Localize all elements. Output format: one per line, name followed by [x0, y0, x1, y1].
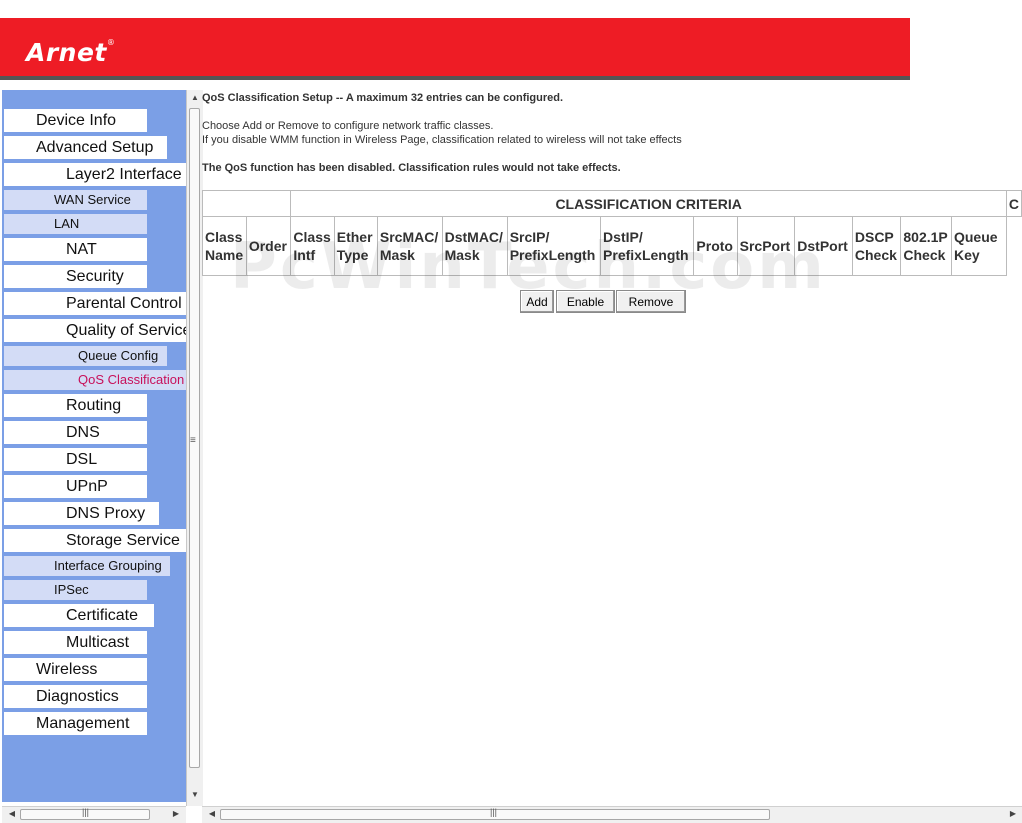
scroll-left-arrow-icon[interactable]: ◀ — [4, 809, 20, 818]
table-header-blank — [202, 190, 292, 217]
sidebar-item-nat[interactable]: NAT — [4, 238, 147, 261]
grip-icon: ||| — [82, 807, 90, 817]
sidebar-item-upnp[interactable]: UPnP — [4, 475, 147, 498]
sidebar-item-storage-service[interactable]: Storage Service — [4, 529, 186, 552]
enable-button[interactable]: Enable — [556, 290, 615, 313]
sidebar-item-advanced-setup[interactable]: Advanced Setup — [4, 136, 167, 159]
sidebar-item-management[interactable]: Management — [4, 712, 147, 735]
info-line-1: Choose Add or Remove to configure networ… — [202, 120, 494, 132]
sidebar-item-routing[interactable]: Routing — [4, 394, 147, 417]
classification-result-header: C — [1005, 190, 1022, 217]
sidebar-item-layer2-interface[interactable]: Layer2 Interface — [4, 163, 186, 186]
sidebar-item-parental-control[interactable]: Parental Control — [4, 292, 186, 315]
scroll-right-arrow-icon[interactable]: ▶ — [168, 809, 184, 818]
scroll-right-arrow-icon[interactable]: ▶ — [1005, 809, 1021, 818]
page-title: QoS Classification Setup -- A maximum 32… — [202, 92, 564, 104]
column-header: 802.1P Check — [900, 216, 952, 276]
sidebar-item-interface-grouping[interactable]: Interface Grouping — [4, 556, 170, 576]
main-content: QoS Classification Setup -- A maximum 32… — [202, 90, 1022, 806]
sidebar-item-dns-proxy[interactable]: DNS Proxy — [4, 502, 159, 525]
sidebar-item-ipsec[interactable]: IPSec — [4, 580, 147, 600]
scroll-down-arrow-icon[interactable]: ▼ — [187, 790, 203, 799]
sidebar-scrollbar[interactable]: ▲ ≡ ▼ — [186, 90, 203, 806]
arnet-logo: Arnet® — [26, 38, 116, 67]
sidebar-item-device-info[interactable]: Device Info — [4, 109, 147, 132]
sidebar-item-multicast[interactable]: Multicast — [4, 631, 147, 654]
sidebar-item-certificate[interactable]: Certificate — [4, 604, 154, 627]
remove-button[interactable]: Remove — [616, 290, 686, 313]
sidebar-item-diagnostics[interactable]: Diagnostics — [4, 685, 147, 708]
qos-disabled-warning: The QoS function has been disabled. Clas… — [202, 162, 621, 174]
scroll-left-arrow-icon[interactable]: ◀ — [204, 809, 220, 818]
add-button[interactable]: Add — [520, 290, 554, 313]
sidebar-item-queue-config[interactable]: Queue Config — [4, 346, 167, 366]
sidebar-horizontal-scrollbar[interactable]: ◀ ||| ▶ — [2, 806, 186, 823]
sidebar-item-qos-classification[interactable]: QoS Classification — [4, 370, 186, 390]
sidebar-item-dsl[interactable]: DSL — [4, 448, 147, 471]
scroll-up-arrow-icon[interactable]: ▲ — [187, 93, 203, 102]
column-header: Queue Key — [950, 216, 1007, 276]
classification-criteria-header: CLASSIFICATION CRITERIA — [290, 190, 1007, 217]
header-banner: Arnet® — [0, 18, 910, 80]
sidebar-item-quality-of-service[interactable]: Quality of Service — [4, 319, 186, 342]
grip-icon: ||| — [490, 807, 498, 817]
sidebar-item-dns[interactable]: DNS — [4, 421, 147, 444]
main-horizontal-scrollbar[interactable]: ◀ ||| ▶ — [202, 806, 1022, 823]
sidebar-item-security[interactable]: Security — [4, 265, 147, 288]
sidebar-nav: Device Info Advanced Setup Layer2 Interf… — [2, 90, 186, 802]
column-header: DSCP Check — [851, 216, 902, 276]
sidebar-item-lan[interactable]: LAN — [4, 214, 147, 234]
sidebar-item-wan-service[interactable]: WAN Service — [4, 190, 147, 210]
info-line-2: If you disable WMM function in Wireless … — [202, 134, 682, 146]
grip-icon: ≡ — [190, 435, 196, 446]
sidebar-item-wireless[interactable]: Wireless — [4, 658, 147, 681]
